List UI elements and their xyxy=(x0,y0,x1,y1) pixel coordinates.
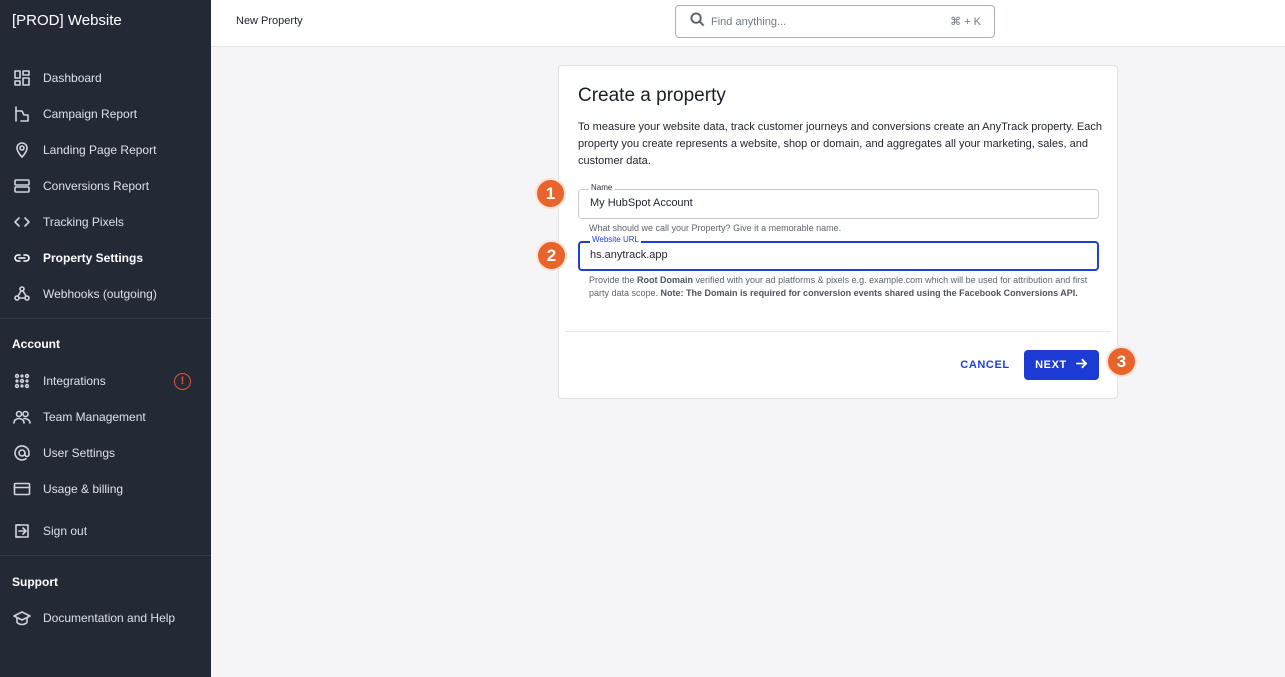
search-shortcut: ⌘ + K xyxy=(950,16,981,28)
name-help-text: What should we call your Property? Give … xyxy=(589,223,842,233)
name-input[interactable] xyxy=(590,197,1070,209)
page-title: New Property xyxy=(236,15,303,27)
server-icon xyxy=(13,177,31,195)
help-text-part: Provide the xyxy=(589,275,638,285)
at-sign-icon xyxy=(13,444,31,462)
sidebar-item-sign-out[interactable]: Sign out xyxy=(0,515,211,547)
sidebar-item-integrations[interactable]: Integrations ! xyxy=(0,365,211,397)
sidebar-item-label: Documentation and Help xyxy=(43,611,176,625)
name-field[interactable]: Name xyxy=(578,183,1099,219)
sidebar-item-label: Usage & billing xyxy=(43,482,124,496)
sidebar-item-user-settings[interactable]: User Settings xyxy=(0,437,211,469)
sidebar-item-label: Conversions Report xyxy=(43,179,150,193)
webhook-icon xyxy=(13,285,31,303)
step-badge-1: 1 xyxy=(535,178,566,209)
next-button[interactable]: NEXT xyxy=(1024,350,1099,380)
website-url-input[interactable] xyxy=(590,249,1070,261)
sidebar-item-webhooks[interactable]: Webhooks (outgoing) xyxy=(0,278,211,310)
account-section-title: Account xyxy=(12,337,60,351)
sidebar-divider xyxy=(0,318,211,319)
sidebar: [PROD] Website Dashboard Campaign Report… xyxy=(0,0,211,677)
credit-card-icon xyxy=(13,480,31,498)
sidebar-item-dashboard[interactable]: Dashboard xyxy=(0,62,211,94)
graduation-cap-icon xyxy=(13,609,31,627)
sidebar-item-documentation[interactable]: Documentation and Help xyxy=(0,602,211,634)
sidebar-item-property-settings[interactable]: Property Settings xyxy=(0,242,211,274)
cancel-button[interactable]: CANCEL xyxy=(957,354,1013,376)
sidebar-divider xyxy=(0,555,211,556)
sidebar-item-landing-page-report[interactable]: Landing Page Report xyxy=(0,134,211,166)
support-section-title: Support xyxy=(12,575,58,589)
website-url-label: Website URL xyxy=(590,235,641,244)
search-icon xyxy=(690,11,705,32)
sidebar-item-campaign-report[interactable]: Campaign Report xyxy=(0,98,211,130)
sidebar-item-tracking-pixels[interactable]: Tracking Pixels xyxy=(0,206,211,238)
dashboard-icon xyxy=(13,69,31,87)
sidebar-item-label: User Settings xyxy=(43,446,116,460)
location-pin-icon xyxy=(13,141,31,159)
team-icon xyxy=(13,408,31,426)
search-placeholder: Find anything... xyxy=(711,15,787,28)
sidebar-item-usage-billing[interactable]: Usage & billing xyxy=(0,473,211,505)
form-title: Create a property xyxy=(578,85,726,106)
code-icon xyxy=(13,213,31,231)
card-divider xyxy=(565,331,1111,332)
form-intro: To measure your website data, track cust… xyxy=(578,121,1102,167)
warning-icon: ! xyxy=(174,372,191,390)
workspace-name[interactable]: [PROD] Website xyxy=(12,12,122,29)
link-icon xyxy=(13,249,31,267)
campaign-icon xyxy=(13,105,31,123)
integrations-icon xyxy=(13,372,31,390)
arrow-right-icon xyxy=(1075,357,1088,373)
sidebar-item-label: Webhooks (outgoing) xyxy=(43,287,157,301)
search-box[interactable]: Find anything... ⌘ + K xyxy=(675,5,995,38)
sidebar-item-label: Dashboard xyxy=(43,71,102,85)
sidebar-item-label: Team Management xyxy=(43,410,146,424)
sidebar-item-label: Sign out xyxy=(43,524,88,538)
help-text-note: Note: The Domain is required for convers… xyxy=(660,288,1078,298)
website-url-help-text: Provide the Root Domain verified with yo… xyxy=(589,274,1089,300)
sidebar-item-label: Campaign Report xyxy=(43,107,138,121)
step-badge-2: 2 xyxy=(536,240,567,271)
sidebar-item-label: Integrations xyxy=(43,374,106,388)
sidebar-item-team-management[interactable]: Team Management xyxy=(0,401,211,433)
sidebar-item-label: Landing Page Report xyxy=(43,143,157,157)
next-button-label: NEXT xyxy=(1035,359,1067,371)
create-property-card: Create a property To measure your websit… xyxy=(558,65,1118,399)
name-field-label: Name xyxy=(589,183,615,192)
sidebar-item-label: Property Settings xyxy=(43,251,144,265)
help-text-bold: Root Domain xyxy=(637,275,694,285)
top-bar: New Property Find anything... ⌘ + K xyxy=(211,0,1285,47)
sidebar-item-conversions-report[interactable]: Conversions Report xyxy=(0,170,211,202)
sidebar-item-label: Tracking Pixels xyxy=(43,215,124,229)
website-url-field[interactable]: Website URL xyxy=(578,235,1099,271)
step-badge-3: 3 xyxy=(1106,346,1137,377)
sign-out-icon xyxy=(13,522,31,540)
